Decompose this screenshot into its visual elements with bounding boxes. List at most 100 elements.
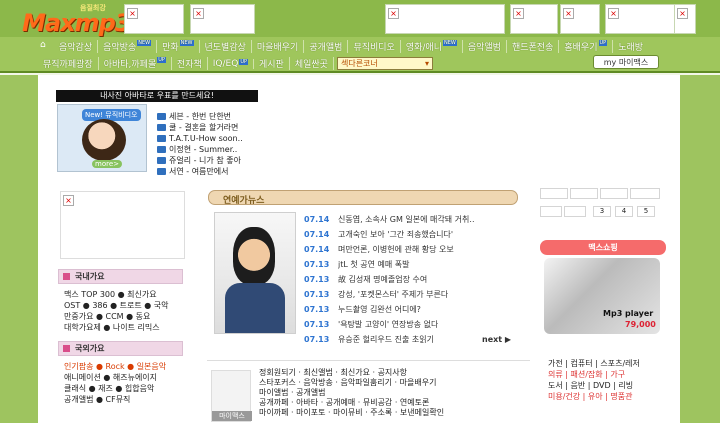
news-date: 07.13 [304, 305, 330, 314]
service-link-row[interactable]: 공개까페 · 아바타 · 공개예매 · 뮤비공감 · 연예토론 [259, 397, 529, 407]
broken-image-icon: × [563, 8, 574, 19]
genre-row[interactable]: 대학가요제 ● 나이트 리믹스 [58, 322, 183, 333]
menu-music-cafe-square[interactable]: 뮤직까페광장 [38, 57, 99, 70]
menu-label: 영화/애니 [405, 43, 442, 53]
shopping-categories: 가전 | 컴퓨터 | 스포츠/레저 의류 | 패션/잡화 | 가구 도서 | 음… [548, 358, 668, 402]
song-title: 이정현 - Summer.. [169, 145, 238, 154]
page-button-blank[interactable] [564, 206, 586, 217]
promo-song-list: 세븐 - 한번 단한번 쿨 - 결혼을 할거라면 T.A.T.U-How soo… [157, 111, 277, 177]
header-ad-1[interactable]: × [124, 4, 184, 34]
news-item[interactable]: 07.13 故 김성재 명예졸업장 수여 [304, 272, 514, 287]
page-button-5[interactable]: 5 [637, 206, 655, 217]
category-row[interactable]: 의류 | 패션/잡화 | 가구 [548, 369, 668, 380]
news-item[interactable]: 07.14 며만언론, 이병헌에 관해 황당 오보 [304, 242, 514, 257]
promo-song[interactable]: 쥬얼리 - 니가 참 좋아 [157, 155, 277, 166]
header-ad-6[interactable]: × [605, 4, 675, 34]
service-link-row[interactable]: 마이까페 · 마이포토 · 마이뮤비 · 주소록 · 보낸메일확인 [259, 407, 529, 417]
menu-home-learning[interactable]: 홈배우기 UP [559, 40, 614, 53]
promo-video-box[interactable]: New! 뮤직비디오 more> [57, 104, 147, 172]
main-menu: ⌂ 음악감상 음악방송 NEW 만화 NEW 년도별감상 마을배우기 공개앨범 뮤직… [0, 37, 720, 73]
news-item[interactable]: 07.14 신동엽, 소속사 GM 일본에 매각돼 거취.. [304, 212, 514, 227]
maxmp3-logo[interactable]: 음질최강 Maxmp3 [22, 3, 131, 37]
genre-row[interactable]: 맥스 TOP 300 ● 최신가요 [58, 289, 183, 300]
menu-cheapest[interactable]: 체일싼곳 [290, 57, 334, 70]
menu-music-broadcast[interactable]: 음악방송 NEW [98, 40, 158, 53]
menu-ebook[interactable]: 전자책 [172, 57, 208, 70]
menu-phone-transfer[interactable]: 핸드폰전송 [507, 40, 560, 53]
service-link-row[interactable]: 스타포커스 · 음악방송 · 음악파일훔리기 · 마을배우기 [259, 377, 529, 387]
shopping-header[interactable]: 맥스쇼핑 [540, 240, 666, 255]
page-button-blank[interactable] [570, 188, 598, 199]
broken-image-icon: × [388, 8, 399, 19]
pagination-box: 3 4 5 [538, 188, 665, 228]
select-value: 섹다른코너 [340, 59, 378, 68]
my-max-tab[interactable]: 마이맥스 [212, 411, 252, 421]
menu-year-listen[interactable]: 년도별감상 [200, 40, 252, 53]
header-ad-5[interactable]: × [560, 4, 600, 34]
genre-row[interactable]: OST ● 386 ● 트로트 ● 국악 [58, 300, 183, 311]
menu-label: 만화 [162, 43, 179, 53]
promo-song[interactable]: 세븐 - 한번 단한번 [157, 111, 277, 122]
corner-select[interactable]: 섹다른코너 ▾ [336, 57, 433, 70]
news-item[interactable]: 07.14 고개숙인 보아 '그간 죄송했습니다' [304, 227, 514, 242]
menu-music-album[interactable]: 음악앨범 [463, 40, 507, 53]
genre-row[interactable]: 클래식 ● 재즈 ● 힙합음악 [58, 383, 183, 394]
product-name[interactable]: Mp3 player [603, 309, 653, 318]
news-item[interactable]: 07.13 강성, '포켓몬스터' 주제가 부른다 [304, 287, 514, 302]
genre-row[interactable]: 공개앨범 ● CF뮤직 [58, 394, 183, 405]
page-frame: 음질최강 Maxmp3 × × × × × × × ⌂ 음악감상 음악방송 NEW… [0, 0, 720, 423]
header-ad-4[interactable]: × [510, 4, 558, 34]
genre-row[interactable]: 만중가요 ● CCM ● 동요 [58, 311, 183, 322]
new-badge: NEW [137, 40, 152, 46]
header-ad-7[interactable]: × [674, 4, 696, 34]
up-badge: UP [598, 40, 608, 46]
broken-image-icon: × [677, 8, 688, 19]
news-item[interactable]: 07.13 jtL 첫 공연 예매 폭발 [304, 257, 514, 272]
menu-avatar-cafe-mall[interactable]: 아바타,까페몰 UP [99, 57, 172, 70]
page-button-3[interactable]: 3 [593, 206, 611, 217]
my-max-button[interactable]: my 마이맥스 [593, 55, 659, 69]
new-badge: NEW [179, 40, 194, 46]
service-link-row[interactable]: 마이앨범 · 공개앨범 [259, 387, 529, 397]
page-button-blank[interactable] [540, 188, 568, 199]
promo-song[interactable]: 쿨 - 결혼을 할거라면 [157, 122, 277, 133]
news-next-link[interactable]: next ▶ [482, 335, 511, 344]
menu-music-listen[interactable]: 음악감상 [54, 40, 99, 53]
category-row[interactable]: 가전 | 컴퓨터 | 스포츠/레저 [548, 358, 668, 369]
menu-iq-eq[interactable]: IQ/EQ UP [208, 58, 254, 69]
category-row[interactable]: 도서 | 음반 | DVD | 리빙 [548, 380, 668, 391]
service-links-panel: 마이맥스 정회원되기 · 최신앨범 · 최신가요 · 공지사항 스타포커스 · … [207, 360, 530, 423]
page-button-blank[interactable] [600, 188, 628, 199]
genre-row[interactable]: 인기팝송 ● Rock ● 일본음악 [58, 361, 183, 372]
menu-row-2: 뮤직까페광장 아바타,까페몰 UP 전자책 IQ/EQ UP 게시판 체일싼곳 섹다… [38, 55, 433, 72]
page-button-blank[interactable] [540, 206, 562, 217]
menu-movie-anime[interactable]: 영화/애니 NEW [401, 40, 463, 53]
news-headline: 신동엽, 소속사 GM 일본에 매각돼 거취.. [338, 215, 475, 224]
menu-karaoke[interactable]: 노래방 [613, 40, 648, 53]
home-icon[interactable]: ⌂ [40, 40, 52, 52]
news-photo[interactable] [214, 212, 296, 334]
promo-song[interactable]: 서연 - 여름만에서 [157, 166, 277, 177]
menu-public-album[interactable]: 공개앨범 [304, 40, 349, 53]
service-link-row[interactable]: 정회원되기 · 최신앨범 · 최신가요 · 공지사항 [259, 367, 529, 377]
news-item[interactable]: 07.13 '욕탕발 고양이' 연장방송 없다 [304, 317, 514, 332]
promo-song[interactable]: T.A.T.U-How soon.. [157, 133, 277, 144]
genre-row[interactable]: 애니메이션 ● 해즈뉴에이지 [58, 372, 183, 383]
promo-more-link[interactable]: more> [92, 160, 122, 168]
tv-icon [157, 113, 166, 120]
broken-image-icon: × [513, 8, 524, 19]
menu-music-video[interactable]: 뮤직비디오 [348, 40, 401, 53]
menu-village[interactable]: 마을배우기 [252, 40, 305, 53]
header-ad-3[interactable]: × [385, 4, 505, 34]
left-ad-box[interactable]: × [60, 191, 185, 259]
category-row[interactable]: 미용/건강 | 유아 | 명품관 [548, 391, 668, 402]
page-button-blank[interactable] [630, 188, 660, 199]
page-button-4[interactable]: 4 [615, 206, 633, 217]
header-ad-2[interactable]: × [190, 4, 255, 34]
menu-label: 홈배우기 [564, 43, 598, 53]
promo-title[interactable]: 내사진 아바타로 우표를 만드세요! [56, 90, 258, 102]
promo-song[interactable]: 이정현 - Summer.. [157, 144, 277, 155]
menu-board[interactable]: 게시판 [254, 57, 290, 70]
news-item[interactable]: 07.13 누드촬영 김완선 어디에? [304, 302, 514, 317]
menu-comics[interactable]: 만화 NEW [157, 40, 200, 53]
